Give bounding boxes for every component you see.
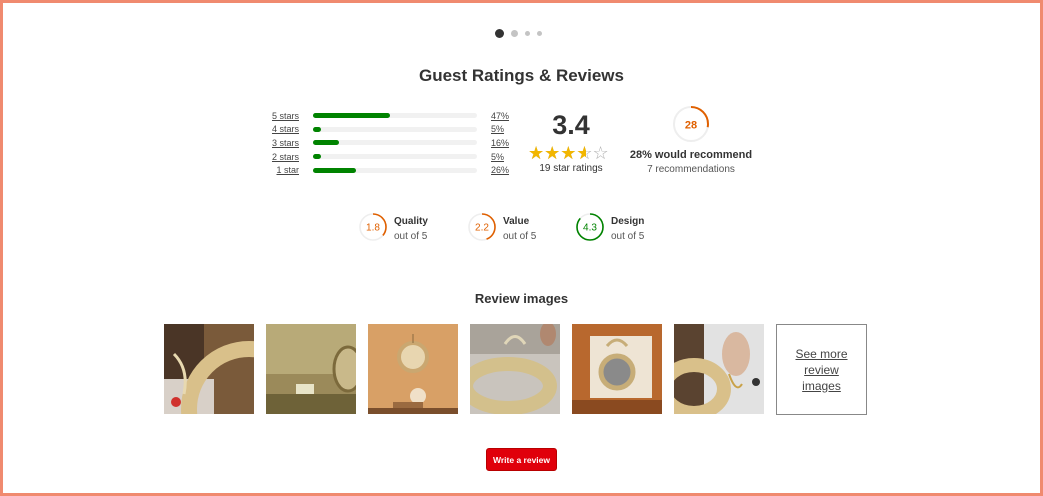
distribution-row-1[interactable]: 1 star 26% [262, 163, 517, 177]
recommend-ring-value: 28 [685, 120, 697, 132]
distribution-bar [313, 167, 477, 173]
review-image-thumbnail[interactable] [368, 324, 458, 414]
carousel-dot-4[interactable] [537, 31, 542, 36]
distribution-bar [313, 113, 477, 119]
attribute-scale: out of 5 [611, 231, 645, 242]
average-rating-value: 3.4 [552, 110, 590, 140]
rating-distribution: 5 stars 47% 4 stars 5% 3 stars 16% 2 sta… [262, 109, 517, 177]
distribution-percent[interactable]: 16% [491, 138, 513, 148]
distribution-label[interactable]: 4 stars [262, 124, 299, 134]
value-score: 2.2 [475, 223, 489, 234]
review-image-thumbnail[interactable] [266, 324, 356, 414]
distribution-label[interactable]: 1 star [262, 165, 299, 175]
distribution-row-5[interactable]: 5 stars 47% [262, 109, 517, 123]
recommend-ring-icon: 28 [673, 106, 709, 142]
distribution-percent[interactable]: 5% [491, 124, 513, 134]
recommend-percent: 28% would recommend [629, 149, 753, 161]
distribution-bar-fill [313, 113, 391, 119]
distribution-label[interactable]: 5 stars [262, 111, 299, 121]
carousel-dot-2[interactable] [511, 30, 518, 37]
attribute-design: 4.3 Design out of 5 [575, 212, 644, 242]
review-images-heading: Review images [474, 291, 569, 306]
see-more-review-images-link[interactable]: See more review images [776, 324, 867, 415]
carousel-dot-1[interactable] [495, 29, 504, 38]
recommend-count: 7 recommendations [647, 164, 735, 175]
wicker-frame-closeup-photo-icon [470, 324, 560, 414]
wall-mirror-photo-icon [266, 324, 356, 414]
write-review-button[interactable]: Write a review [486, 448, 557, 471]
distribution-percent[interactable]: 26% [491, 165, 513, 175]
value-ring-icon: 2.2 [468, 213, 496, 241]
review-image-thumbnail[interactable] [572, 324, 662, 414]
hand-holding-mirror-photo-icon [674, 324, 764, 414]
distribution-row-2[interactable]: 2 stars 5% [262, 150, 517, 164]
quality-ring-icon: 1.8 [359, 213, 387, 241]
carousel-dots [495, 29, 542, 38]
attribute-name: Value [503, 216, 530, 227]
distribution-bar [313, 140, 477, 146]
attribute-scale: out of 5 [503, 231, 537, 242]
carousel-dot-3[interactable] [525, 31, 530, 36]
distribution-bar-fill [313, 167, 356, 173]
quality-score: 1.8 [366, 223, 380, 234]
distribution-bar [313, 154, 477, 160]
attribute-value: 2.2 Value out of 5 [467, 212, 536, 242]
distribution-percent[interactable]: 5% [491, 152, 513, 162]
design-score: 4.3 [583, 223, 597, 234]
recommendation-summary: 28 28% would recommend 7 recommendations [620, 104, 762, 175]
review-image-thumbnail[interactable] [470, 324, 560, 414]
distribution-percent[interactable]: 47% [491, 111, 513, 121]
attribute-scale: out of 5 [394, 231, 428, 242]
star-rating-icon: ☆☆☆☆☆ ★★★★★ [528, 144, 614, 162]
distribution-row-3[interactable]: 3 stars 16% [262, 136, 517, 150]
star-ratings-count: 19 star ratings [539, 163, 603, 174]
distribution-row-4[interactable]: 4 stars 5% [262, 123, 517, 137]
distribution-bar-fill [313, 140, 340, 146]
mirror-in-box-photo-icon [572, 324, 662, 414]
attribute-quality: 1.8 Quality out of 5 [358, 212, 428, 242]
wicker-mirror-photo-icon [164, 324, 254, 414]
attribute-name: Design [611, 216, 645, 227]
distribution-bar-fill [313, 154, 322, 160]
distribution-label[interactable]: 2 stars [262, 152, 299, 162]
attribute-name: Quality [394, 216, 428, 227]
filled-stars-icon: ★★★★★ [528, 144, 587, 162]
distribution-bar [313, 126, 477, 132]
review-image-thumbnail[interactable] [164, 324, 254, 414]
review-image-thumbnail[interactable] [674, 324, 764, 414]
distribution-label[interactable]: 3 stars [262, 138, 299, 148]
section-heading: Guest Ratings & Reviews [418, 66, 624, 85]
distribution-bar-fill [313, 126, 322, 132]
mirror-on-wall-photo-icon [368, 324, 458, 414]
review-images-gallery: See more review images [164, 324, 867, 415]
design-ring-icon: 4.3 [576, 213, 604, 241]
average-rating: 3.4 ☆☆☆☆☆ ★★★★★ 19 star ratings [526, 110, 616, 174]
